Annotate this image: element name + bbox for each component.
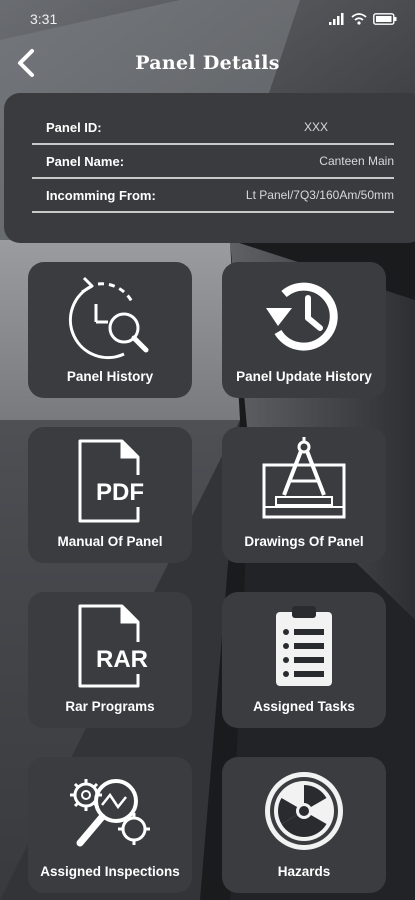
back-arrow-icon: [18, 49, 34, 77]
clipboard-list-icon: [276, 606, 332, 686]
panel-id-label: Panel ID:: [46, 119, 102, 135]
hazards-button[interactable]: Hazards: [222, 757, 386, 893]
incoming-from-row: Incomming From: Lt Panel/7Q3/160Am/50mm: [32, 179, 394, 213]
drawings-of-panel-label: Drawings Of Panel: [244, 534, 364, 549]
app-header: Panel Details: [0, 40, 415, 86]
page-title: Panel Details: [135, 52, 280, 74]
panel-update-history-label: Panel Update History: [236, 369, 372, 384]
drawings-of-panel-button[interactable]: Drawings Of Panel: [222, 427, 386, 563]
signal-icon: [329, 13, 344, 25]
status-bar: 3:31: [0, 0, 415, 38]
manual-of-panel-label: Manual Of Panel: [57, 534, 163, 549]
incoming-from-value: Lt Panel/7Q3/160Am/50mm: [245, 188, 394, 202]
assigned-tasks-label: Assigned Tasks: [253, 699, 355, 714]
panel-info-card: Panel ID: XXX Panel Name: Canteen Main I…: [4, 93, 415, 243]
back-button[interactable]: [8, 44, 44, 82]
clock-history-icon: [266, 282, 338, 351]
panel-id-row: Panel ID: XXX: [32, 111, 394, 145]
assigned-inspections-label: Assigned Inspections: [40, 864, 180, 879]
gear-magnifier-icon: [70, 779, 150, 847]
battery-icon: [373, 13, 397, 25]
panel-name-label: Panel Name:: [46, 153, 125, 169]
assigned-tasks-button[interactable]: Assigned Tasks: [222, 592, 386, 728]
manual-of-panel-button[interactable]: PDF Manual Of Panel: [28, 427, 192, 563]
pdf-file-icon: PDF: [78, 439, 152, 523]
rar-file-icon: RAR: [78, 604, 154, 688]
panel-update-history-button[interactable]: Panel Update History: [222, 262, 386, 398]
panel-name-row: Panel Name: Canteen Main: [32, 145, 394, 179]
assigned-inspections-button[interactable]: Assigned Inspections: [28, 757, 192, 893]
wifi-icon: [351, 13, 367, 25]
svg-text:PDF: PDF: [96, 479, 144, 506]
panel-history-button[interactable]: Panel History: [28, 262, 192, 398]
rar-programs-label: Rar Programs: [65, 699, 155, 714]
incoming-from-label: Incomming From:: [46, 187, 156, 203]
history-search-icon: [68, 276, 149, 360]
panel-history-label: Panel History: [66, 369, 154, 384]
drawing-compass-icon: [262, 437, 346, 519]
panel-name-value: Canteen Main: [319, 154, 394, 168]
radiation-icon: [265, 772, 343, 850]
svg-text:RAR: RAR: [96, 646, 148, 673]
hazards-label: Hazards: [277, 864, 331, 879]
panel-id-value: XXX: [303, 120, 328, 134]
rar-programs-button[interactable]: RAR Rar Programs: [28, 592, 192, 728]
status-icons: [329, 13, 397, 25]
status-time: 3:31: [30, 11, 58, 27]
